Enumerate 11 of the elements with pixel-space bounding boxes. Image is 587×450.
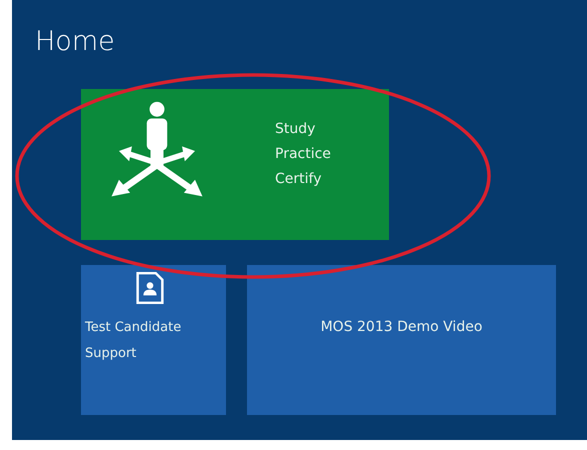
document-person-icon [136,271,164,305]
test-candidate-support-tile[interactable]: Test Candidate Support [81,265,226,415]
tile-label: MOS 2013 Demo Video [320,318,482,337]
tile-label: Support [85,345,138,363]
page-title: Home [35,25,116,59]
demo-video-tile[interactable]: MOS 2013 Demo Video [247,265,556,415]
tile-label: Study [275,120,316,139]
tile-label: Certify [275,170,322,189]
tile-label: Practice [275,145,331,164]
study-practice-certify-tile[interactable]: Study Practice Certify [81,89,389,240]
tile-label: Test Candidate [85,319,182,337]
